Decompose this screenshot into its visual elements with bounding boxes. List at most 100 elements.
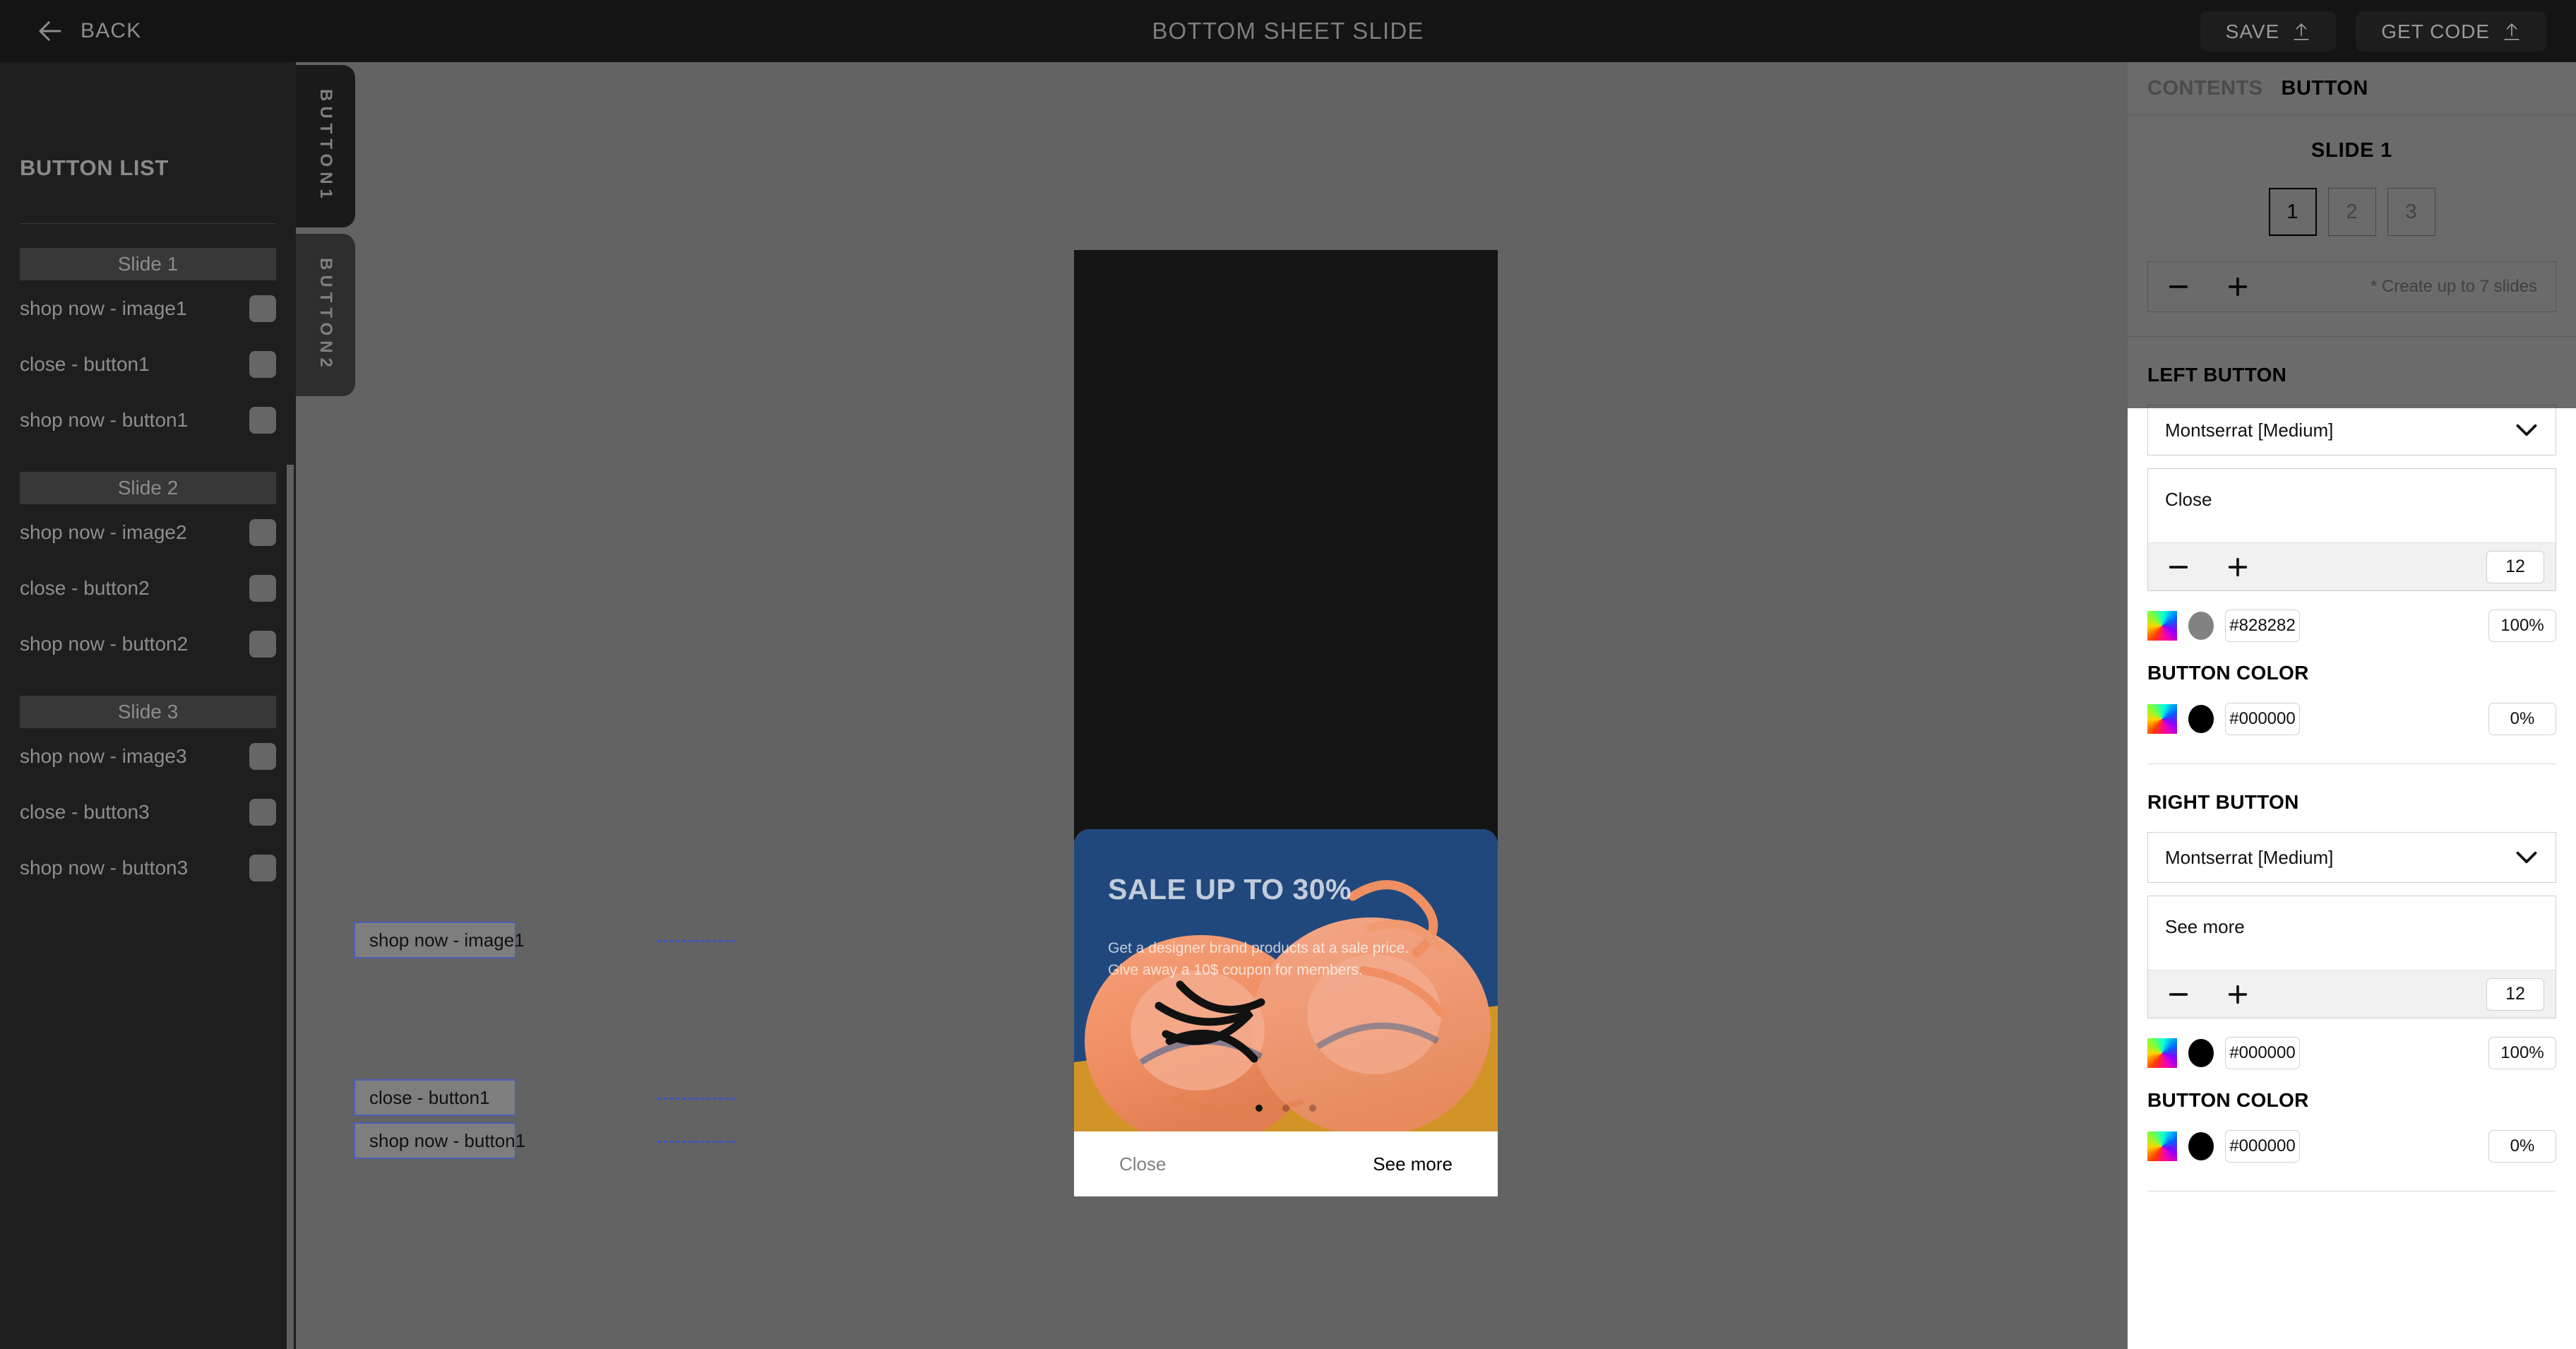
right-button-font-size-value[interactable]: 12	[2486, 977, 2544, 1011]
checkbox[interactable]	[249, 406, 276, 434]
list-item-label: shop now - button2	[20, 632, 189, 655]
left-button-title: LEFT BUTTON	[2147, 364, 2287, 386]
upload-icon	[2294, 23, 2309, 40]
vertical-tab-strip: BUTTON1 BUTTON2	[296, 65, 355, 396]
plus-icon[interactable]	[2226, 555, 2250, 579]
list-item[interactable]: shop now - image3	[20, 728, 276, 784]
right-button-bg-color-opacity[interactable]: 0%	[2488, 1130, 2556, 1163]
right-button-text-group: See more 12	[2147, 896, 2556, 1018]
color-wheel-icon[interactable]	[2147, 704, 2177, 734]
slide-selector-section: SLIDE 1 1 2 3 * Create up to 7 slides	[2128, 115, 2576, 337]
left-button-font-size-value[interactable]: 12	[2486, 550, 2544, 583]
slide-number-3[interactable]: 3	[2387, 188, 2435, 236]
list-item[interactable]: close - button2	[20, 560, 276, 616]
color-swatch[interactable]	[2188, 612, 2214, 640]
checkbox[interactable]	[249, 574, 276, 602]
color-swatch[interactable]	[2188, 705, 2214, 733]
annotation-shop-now-button1[interactable]: shop now - button1	[354, 1122, 525, 1159]
list-item-label: close - button1	[20, 352, 150, 375]
left-button-text-color-opacity[interactable]: 100%	[2488, 610, 2556, 642]
list-item[interactable]: shop now - button1	[20, 392, 276, 448]
hero-image: SALE UP TO 30% Get a designer brand prod…	[1074, 829, 1498, 1131]
slide-count-stepper: * Create up to 7 slides	[2147, 261, 2556, 312]
list-item[interactable]: shop now - image2	[20, 504, 276, 560]
properties-panel: CONTENTS BUTTON SLIDE 1 1 2 3 * Create u…	[2128, 62, 2576, 1349]
list-item-label: close - button2	[20, 576, 150, 599]
left-button-bg-color-row: #000000 0%	[2147, 701, 2556, 737]
carousel-dot-3[interactable]	[1309, 1105, 1316, 1112]
get-code-label: GET CODE	[2381, 20, 2490, 42]
right-button-section: RIGHT BUTTON Montserrat [Medium] See mor…	[2128, 764, 2576, 1191]
slide-number-2[interactable]: 2	[2327, 188, 2376, 236]
tab-button[interactable]: BUTTON	[2282, 77, 2368, 100]
carousel-dot-1[interactable]	[1256, 1105, 1263, 1112]
sidebar-scrollbar[interactable]	[287, 465, 294, 1349]
left-button-bg-color-hex[interactable]: #000000	[2225, 703, 2300, 735]
color-wheel-icon[interactable]	[2147, 611, 2177, 641]
right-button-size-steppers	[2166, 982, 2250, 1006]
color-wheel-icon[interactable]	[2147, 1131, 2177, 1161]
phone-preview: SALE UP TO 30% Get a designer brand prod…	[1074, 250, 1498, 1196]
list-item[interactable]: close - button3	[20, 784, 276, 840]
sheet-close-button[interactable]: Close	[1119, 1153, 1166, 1175]
slide-group-header-1[interactable]: Slide 1	[20, 248, 276, 280]
plus-icon[interactable]	[2226, 982, 2250, 1006]
annotation-label: shop now - button1	[369, 1129, 526, 1151]
save-button[interactable]: SAVE	[2200, 11, 2337, 52]
left-button-font-value: Montserrat [Medium]	[2165, 419, 2334, 441]
checkbox[interactable]	[249, 742, 276, 770]
checkbox[interactable]	[249, 350, 276, 378]
minus-icon[interactable]	[2166, 555, 2190, 579]
list-item-label: shop now - image2	[20, 521, 187, 543]
annotation-shop-now-image1[interactable]: shop now - image1	[354, 922, 525, 958]
list-item-label: close - button3	[20, 800, 150, 823]
sheet-see-more-button[interactable]: See more	[1373, 1153, 1453, 1175]
bottom-sheet-card: SALE UP TO 30% Get a designer brand prod…	[1074, 829, 1498, 1196]
checkbox[interactable]	[249, 518, 276, 546]
right-button-text-color-hex[interactable]: #000000	[2225, 1037, 2300, 1069]
minus-icon[interactable]	[2166, 275, 2190, 299]
tab-contents[interactable]: CONTENTS	[2147, 77, 2263, 100]
left-button-text-color-hex[interactable]: #828282	[2225, 610, 2300, 642]
back-button[interactable]: BACK	[35, 16, 142, 46]
left-button-font-select[interactable]: Montserrat [Medium]	[2147, 405, 2556, 456]
checkbox[interactable]	[249, 630, 276, 658]
slide-group-header-2[interactable]: Slide 2	[20, 472, 276, 504]
list-item[interactable]: shop now - button2	[20, 616, 276, 672]
app-root: BACK BOTTOM SHEET SLIDE SAVE GET CODE BU…	[0, 0, 2576, 1349]
list-item[interactable]: shop now - image1	[20, 280, 276, 336]
left-button-size-steppers	[2166, 555, 2250, 579]
right-button-font-select[interactable]: Montserrat [Medium]	[2147, 832, 2556, 883]
left-button-text-group: Close 12	[2147, 468, 2556, 591]
left-button-bg-color-opacity[interactable]: 0%	[2488, 703, 2556, 735]
stepper-buttons	[2166, 275, 2250, 299]
checkbox[interactable]	[249, 295, 276, 322]
carousel-dot-2[interactable]	[1282, 1105, 1289, 1112]
button-list-sidebar: BUTTON LIST Slide 1 shop now - image1 cl…	[0, 62, 296, 1349]
right-button-text-input[interactable]: See more	[2148, 896, 2556, 970]
color-swatch[interactable]	[2188, 1132, 2214, 1160]
right-button-bg-color-hex[interactable]: #000000	[2225, 1130, 2300, 1163]
plus-icon[interactable]	[2226, 275, 2250, 299]
sheet-action-bar: Close See more	[1074, 1131, 1498, 1196]
list-item[interactable]: close - button1	[20, 336, 276, 392]
annotation-close-button1[interactable]: close - button1	[354, 1079, 516, 1116]
tab-button1[interactable]: BUTTON1	[296, 65, 355, 227]
connector-line	[657, 1098, 735, 1100]
tab-button2[interactable]: BUTTON2	[296, 234, 355, 396]
right-button-text-color-opacity[interactable]: 100%	[2488, 1037, 2556, 1069]
checkbox[interactable]	[249, 854, 276, 881]
slide-number-1[interactable]: 1	[2268, 188, 2317, 236]
checkbox[interactable]	[249, 798, 276, 826]
annotation-label: shop now - image1	[369, 929, 525, 951]
slide-section-title: SLIDE 1	[2310, 139, 2393, 162]
color-wheel-icon[interactable]	[2147, 1038, 2177, 1068]
left-button-font-size-row: 12	[2148, 542, 2556, 590]
left-button-text-input[interactable]: Close	[2148, 469, 2556, 542]
slide-group-header-3[interactable]: Slide 3	[20, 696, 276, 728]
tab-button1-label: BUTTON1	[316, 89, 335, 203]
list-item[interactable]: shop now - button3	[20, 840, 276, 896]
get-code-button[interactable]: GET CODE	[2356, 11, 2546, 52]
minus-icon[interactable]	[2166, 982, 2190, 1006]
color-swatch[interactable]	[2188, 1039, 2214, 1067]
